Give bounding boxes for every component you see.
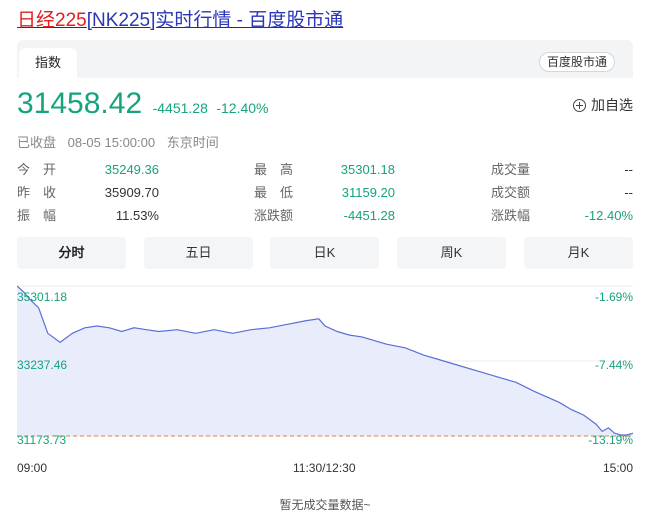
- tab-weekly-k[interactable]: 周K: [397, 237, 506, 269]
- stat-low: 最 低 31159.20: [254, 181, 395, 204]
- stat-volume: 成交量 --: [491, 158, 633, 181]
- stat-value: 35249.36: [104, 162, 159, 177]
- current-price: 31458.42: [17, 87, 143, 120]
- y-tick-right: -13.19%: [588, 433, 633, 447]
- quote-panel: 指数 百度股市通 31458.42 -4451.28 -12.40% 加自选 已…: [17, 40, 633, 516]
- stat-label: 昨 收: [17, 185, 57, 200]
- stat-value: --: [624, 185, 633, 200]
- status-timezone: 东京时间: [166, 135, 219, 150]
- stat-label: 振 幅: [17, 208, 57, 223]
- tab-five-day[interactable]: 五日: [144, 237, 253, 269]
- stat-label: 涨跌额: [254, 208, 294, 223]
- tab-bar: 指数 百度股市通: [17, 40, 633, 78]
- add-watchlist-label: 加自选: [591, 97, 633, 113]
- stat-change-pct: 涨跌幅 -12.40%: [491, 204, 633, 227]
- tab-daily-k[interactable]: 日K: [270, 237, 379, 269]
- y-tick-right: -1.69%: [594, 290, 633, 304]
- stat-value: -4451.28: [343, 208, 395, 223]
- stat-amplitude: 振 幅 11.53%: [17, 204, 159, 227]
- tab-monthly-k[interactable]: 月K: [524, 237, 633, 269]
- stat-value: 31159.20: [341, 185, 395, 200]
- y-tick-left: 35301.18: [17, 290, 68, 304]
- market-status: 已收盘 08-05 15:00:00 东京时间: [17, 132, 227, 151]
- price-change-pct: -12.40%: [216, 100, 269, 116]
- tab-intraday[interactable]: 分时: [17, 237, 126, 269]
- stat-open: 今 开 35249.36: [17, 158, 159, 181]
- add-watchlist-button[interactable]: 加自选: [573, 95, 633, 115]
- title-rest: [NK225]实时行情 - 百度股市通: [86, 10, 344, 31]
- stat-label: 最 低: [254, 185, 294, 200]
- stat-label: 最 高: [254, 162, 294, 177]
- stat-label: 今 开: [17, 162, 57, 177]
- x-tick: 15:00: [602, 461, 633, 475]
- stat-value: -12.40%: [584, 208, 633, 223]
- price-row: 31458.42 -4451.28 -12.40%: [17, 86, 268, 122]
- plus-circle-icon: [573, 98, 586, 112]
- stat-change-amount: 涨跌额 -4451.28: [254, 204, 395, 227]
- y-tick-left: 33237.46: [17, 358, 68, 372]
- page-title-link[interactable]: 日经225[NK225]实时行情 - 百度股市通: [17, 8, 343, 34]
- stat-label: 涨跌幅: [491, 208, 531, 223]
- intraday-chart[interactable]: 35301.18 33237.46 31173.73 -1.69% -7.44%…: [17, 278, 633, 478]
- stat-value: 35301.18: [340, 162, 395, 177]
- stat-high: 最 高 35301.18: [254, 158, 395, 181]
- stat-label: 成交量: [491, 162, 531, 177]
- stat-turnover: 成交额 --: [491, 181, 633, 204]
- status-text: 已收盘: [17, 135, 57, 150]
- x-tick: 11:30/12:30: [293, 461, 356, 475]
- x-tick: 09:00: [17, 461, 48, 475]
- stat-value: 35909.70: [104, 185, 159, 200]
- stat-prev-close: 昨 收 35909.70: [17, 181, 159, 204]
- price-change: -4451.28: [152, 100, 208, 116]
- status-datetime: 08-05 15:00:00: [67, 135, 156, 150]
- source-badge[interactable]: 百度股市通: [538, 52, 615, 72]
- tab-index[interactable]: 指数: [19, 48, 78, 78]
- volume-empty-note: 暂无成交量数据~: [279, 498, 371, 512]
- period-tabs: 分时 五日 日K 周K 月K: [17, 237, 633, 269]
- stat-value: --: [624, 162, 633, 177]
- stat-label: 成交额: [491, 185, 531, 200]
- stat-value: 11.53%: [115, 208, 159, 223]
- y-tick-right: -7.44%: [594, 358, 633, 372]
- y-tick-left: 31173.73: [17, 433, 67, 447]
- intraday-chart-svg: [17, 285, 633, 437]
- title-index-name: 日经225: [17, 10, 87, 31]
